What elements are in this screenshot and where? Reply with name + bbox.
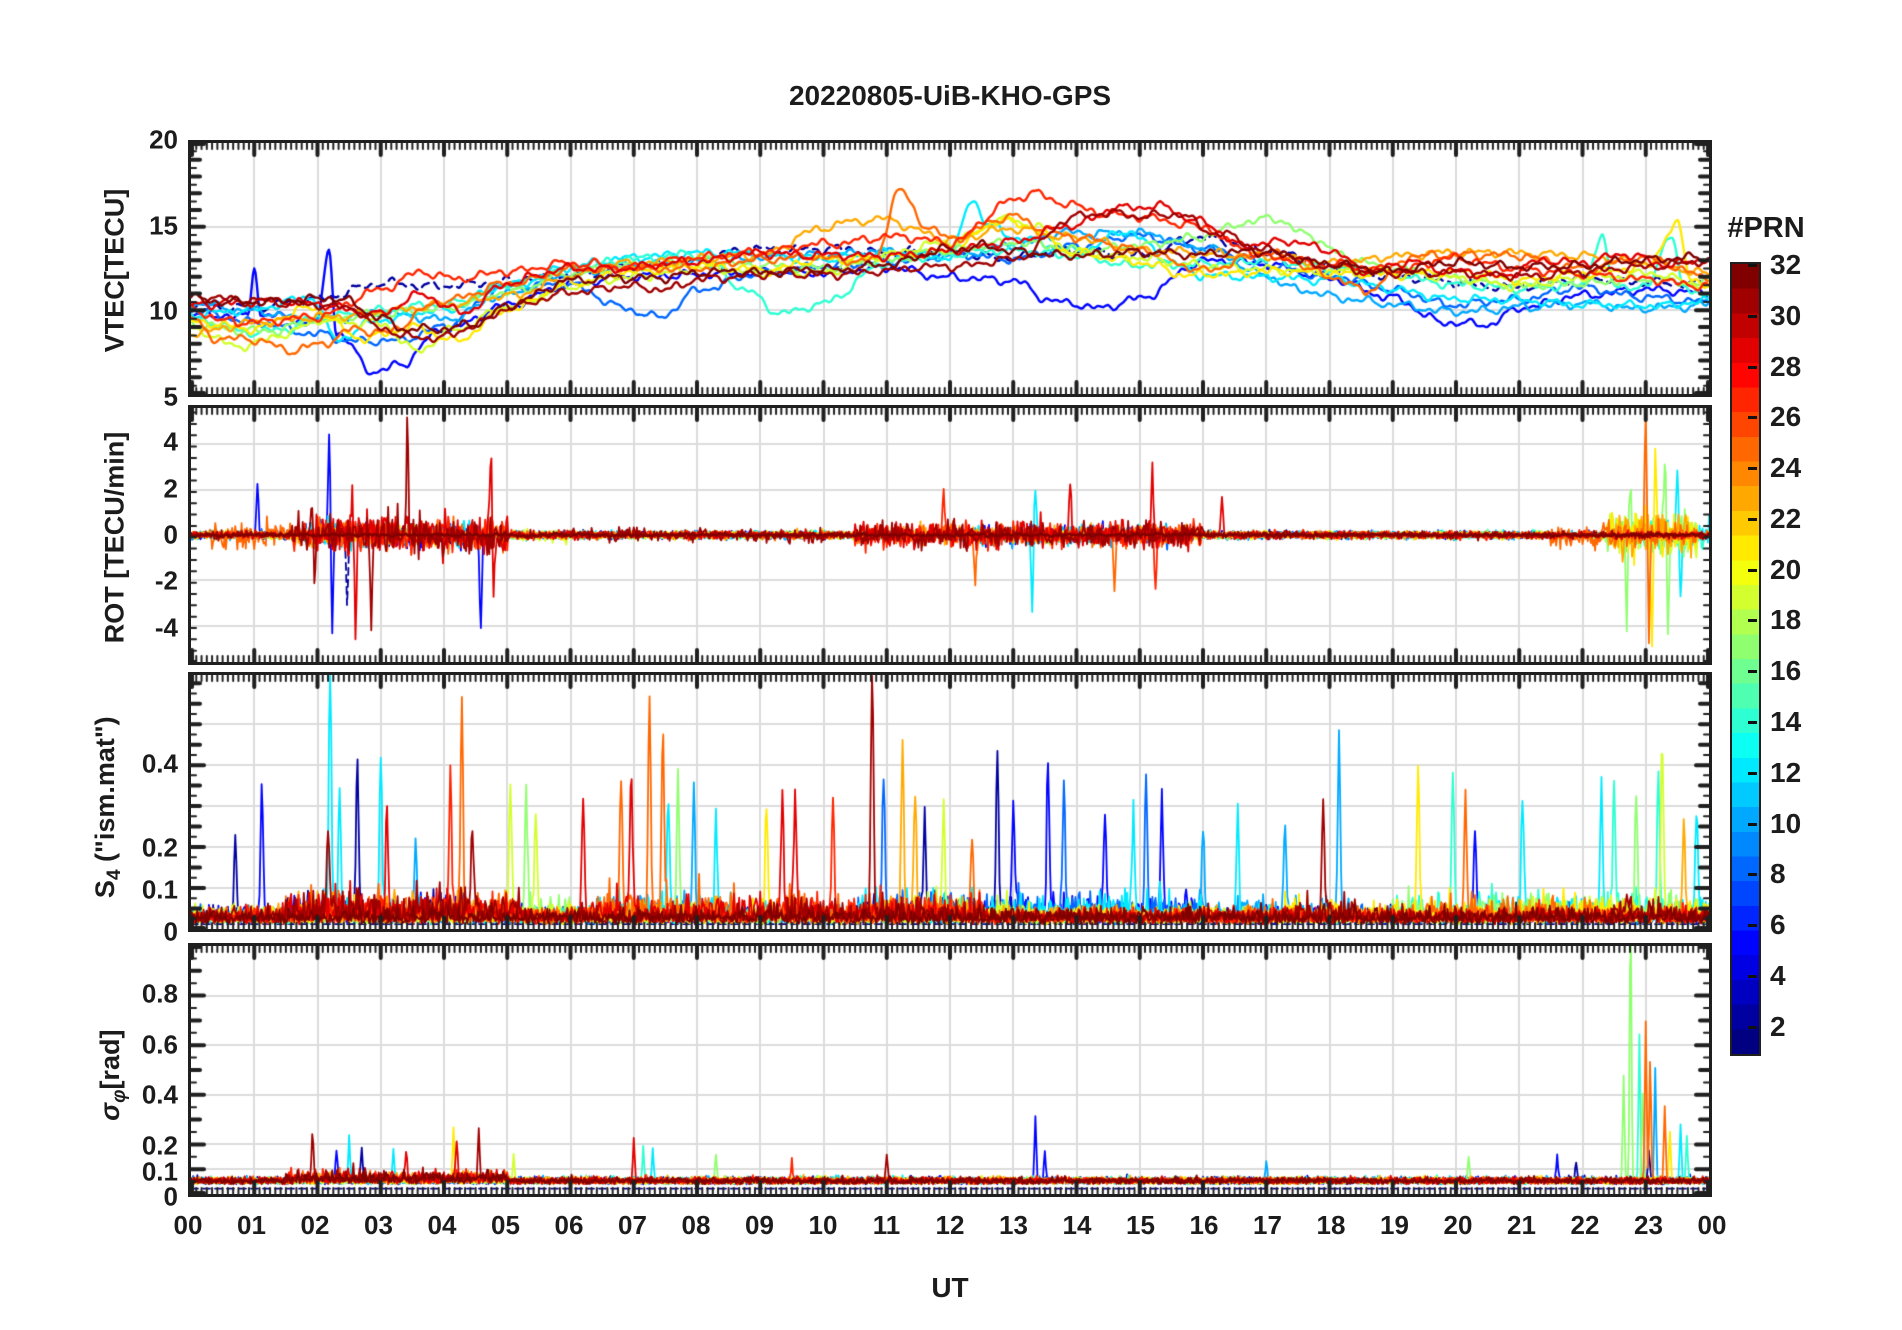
colorbar-tick [1748, 264, 1757, 267]
sigma_phi-ytick-label: 0.4 [141, 1079, 178, 1110]
x-tick-label: 22 [1570, 1210, 1600, 1240]
vtec-ytick-label: 10 [149, 295, 178, 326]
x-tick-label: 19 [1380, 1210, 1409, 1240]
figure-root: 20220805-UiB-KHO-GPS VTEC[TECU] ROT [TEC… [0, 0, 1902, 1330]
colorbar-tick [1748, 568, 1757, 572]
colorbar-tick [1748, 771, 1757, 775]
rot-ytick-label: 0 [163, 519, 178, 550]
colorbar-tick-label: 26 [1770, 401, 1802, 433]
x-tick-label: 06 [554, 1210, 584, 1240]
x-tick-label: 00 [1697, 1210, 1727, 1240]
colorbar-tick [1748, 467, 1757, 471]
colorbar-tick [1748, 670, 1757, 674]
panel-sigma [188, 943, 1712, 1197]
x-tick-label: 02 [300, 1210, 330, 1240]
vtec-ytick-label: 20 [149, 124, 178, 155]
colorbar-tick-label: 28 [1770, 350, 1802, 382]
sigma_phi-ytick-label: 0.8 [141, 978, 178, 1009]
x-tick-label: 20 [1443, 1210, 1473, 1240]
panel-vtec [188, 140, 1712, 397]
colorbar-tick [1748, 416, 1757, 420]
x-tick-label: 03 [364, 1210, 393, 1240]
x-tick-label: 17 [1253, 1210, 1282, 1240]
colorbar-tick [1748, 1025, 1757, 1029]
x-tick-label: 05 [491, 1210, 520, 1240]
x-tick-label: 11 [872, 1210, 901, 1240]
colorbar-tick-label: 16 [1770, 655, 1802, 687]
colorbar-tick [1748, 974, 1757, 978]
x-tick-label: 07 [618, 1210, 647, 1240]
s4-ytick-label: 0.1 [141, 874, 178, 905]
vtec-ytick-label: 5 [163, 381, 178, 412]
colorbar-tick-label: 30 [1770, 299, 1802, 331]
panel-s4 [188, 672, 1712, 932]
panel-rot [188, 405, 1712, 665]
colorbar-tick-label: 12 [1770, 756, 1802, 788]
x-tick-label: 10 [808, 1210, 838, 1240]
colorbar-tick [1748, 924, 1757, 928]
x-tick-label: 18 [1316, 1210, 1346, 1240]
colorbar-tick [1748, 720, 1757, 724]
sigma_phi-ytick-label: 0.6 [141, 1029, 178, 1060]
colorbar-tick-label: 10 [1770, 807, 1802, 839]
colorbar-tick [1748, 822, 1757, 826]
colorbar-tick [1748, 365, 1757, 369]
x-tick-label: 21 [1507, 1210, 1536, 1240]
sigma-phi-plot-canvas [191, 946, 1709, 1194]
x-tick-label: 08 [681, 1210, 711, 1240]
x-tick-label: 16 [1189, 1210, 1219, 1240]
x-tick-label: 01 [237, 1210, 266, 1240]
prn-colorbar [1730, 262, 1761, 1056]
x-tick-label: 12 [935, 1210, 965, 1240]
colorbar-tick-label: 24 [1770, 452, 1802, 484]
x-tick-label: 15 [1126, 1210, 1155, 1240]
colorbar-tick [1748, 517, 1757, 521]
x-tick-label: 14 [1062, 1210, 1092, 1240]
s4-ytick-label: 0.2 [141, 832, 178, 863]
colorbar-title: #PRN [1727, 212, 1805, 244]
rot-ytick-label: -4 [154, 612, 178, 643]
colorbar-tick-label: 32 [1770, 249, 1802, 280]
x-tick-label: 13 [999, 1210, 1028, 1240]
rot-ytick-label: -2 [154, 565, 178, 596]
rot-ytick-label: 4 [163, 426, 178, 457]
colorbar-tick [1748, 619, 1757, 623]
s4-ytick-label: 0.4 [141, 748, 178, 779]
colorbar-tick-label: 4 [1770, 959, 1786, 991]
rot-plot-canvas [191, 408, 1709, 662]
colorbar-tick [1748, 873, 1757, 877]
vtec-ytick-label: 15 [149, 210, 178, 241]
colorbar-tick [1748, 314, 1757, 318]
vtec-plot-canvas [191, 143, 1709, 394]
x-tick-label: 04 [427, 1210, 457, 1240]
s4-plot-canvas [191, 675, 1709, 929]
colorbar-tick-label: 18 [1770, 604, 1802, 636]
x-axis-label: UT [931, 1272, 969, 1303]
x-tick-label: 00 [173, 1210, 203, 1240]
colorbar-tick-label: 2 [1770, 1010, 1786, 1042]
colorbar-tick-label: 20 [1770, 553, 1802, 585]
s4-ytick-label: 0 [163, 916, 178, 947]
rot-ytick-label: 2 [163, 473, 178, 504]
chart-title: 20220805-UiB-KHO-GPS [788, 80, 1112, 111]
x-tick-label: 23 [1634, 1210, 1663, 1240]
colorbar-tick-label: 14 [1770, 705, 1802, 737]
colorbar-tick-label: 6 [1770, 909, 1786, 941]
sigma_phi-ytick-label: 0.2 [141, 1130, 178, 1161]
colorbar-tick-label: 22 [1770, 502, 1802, 534]
colorbar-tick-label: 8 [1770, 858, 1786, 890]
x-tick-label: 09 [745, 1210, 774, 1240]
